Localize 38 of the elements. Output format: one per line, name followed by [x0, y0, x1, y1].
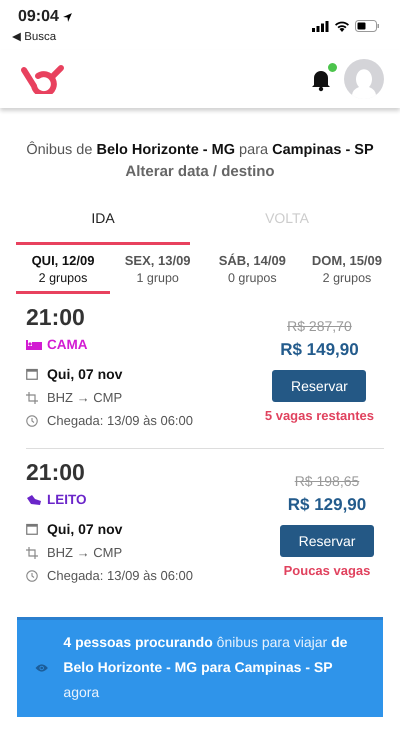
wifi-icon — [334, 20, 350, 32]
back-link[interactable]: ◀ Busca — [12, 29, 73, 43]
availability-note: Poucas vagas — [284, 563, 370, 578]
seat-type: LEITO — [47, 492, 87, 507]
reserve-button[interactable]: Reservar — [280, 525, 374, 557]
date-tab[interactable]: DOM, 15/09 2 grupos — [300, 249, 394, 294]
departure-time: 21:00 — [26, 304, 86, 331]
departure-time: 21:00 — [26, 459, 86, 486]
date-tab[interactable]: SÁB, 14/09 0 grupos — [205, 249, 300, 294]
price: R$ 149,90 — [280, 340, 359, 360]
banner-text: 4 pessoas procurando ônibus para viajar de Belo Horizonte - MG para Campinas - SP agora — [63, 633, 348, 702]
seat-type: CAMA — [47, 337, 88, 352]
original-price: R$ 287,70 — [287, 318, 352, 334]
calendar-icon — [26, 523, 38, 535]
clock-icon — [26, 570, 38, 582]
route-codes: BHZ → CMP — [47, 390, 122, 405]
price: R$ 129,90 — [288, 495, 366, 515]
calendar-icon — [26, 368, 38, 380]
reserve-button[interactable]: Reservar — [272, 370, 366, 402]
arrival-time: Chegada: 13/09 às 06:00 — [47, 568, 194, 583]
direction-tab[interactable]: IDA — [16, 200, 190, 245]
change-link[interactable]: Alterar data / destino — [125, 163, 275, 180]
date-tab[interactable]: QUI, 12/09 2 grupos — [16, 249, 110, 294]
departure-date: Qui, 07 nov — [47, 521, 122, 537]
signal-icon — [312, 20, 329, 32]
route-title: Ônibus de Belo Horizonte - MG para Campinas - SP — [26, 142, 374, 158]
original-price: R$ 198,65 — [294, 473, 360, 489]
clock: 09:04 — [18, 8, 59, 26]
date-tab[interactable]: SEX, 13/09 1 grupo — [110, 249, 205, 294]
clock-icon — [26, 414, 38, 426]
location-arrow-icon — [62, 12, 73, 22]
arrival-time: Chegada: 13/09 às 06:00 — [47, 413, 194, 428]
departure-date: Qui, 07 nov — [47, 366, 122, 382]
bell-icon[interactable] — [310, 66, 334, 92]
battery-icon — [355, 20, 380, 32]
availability-note: 5 vagas restantes — [264, 408, 374, 423]
logo-icon[interactable] — [20, 64, 66, 94]
route-codes: BHZ → CMP — [47, 545, 122, 560]
